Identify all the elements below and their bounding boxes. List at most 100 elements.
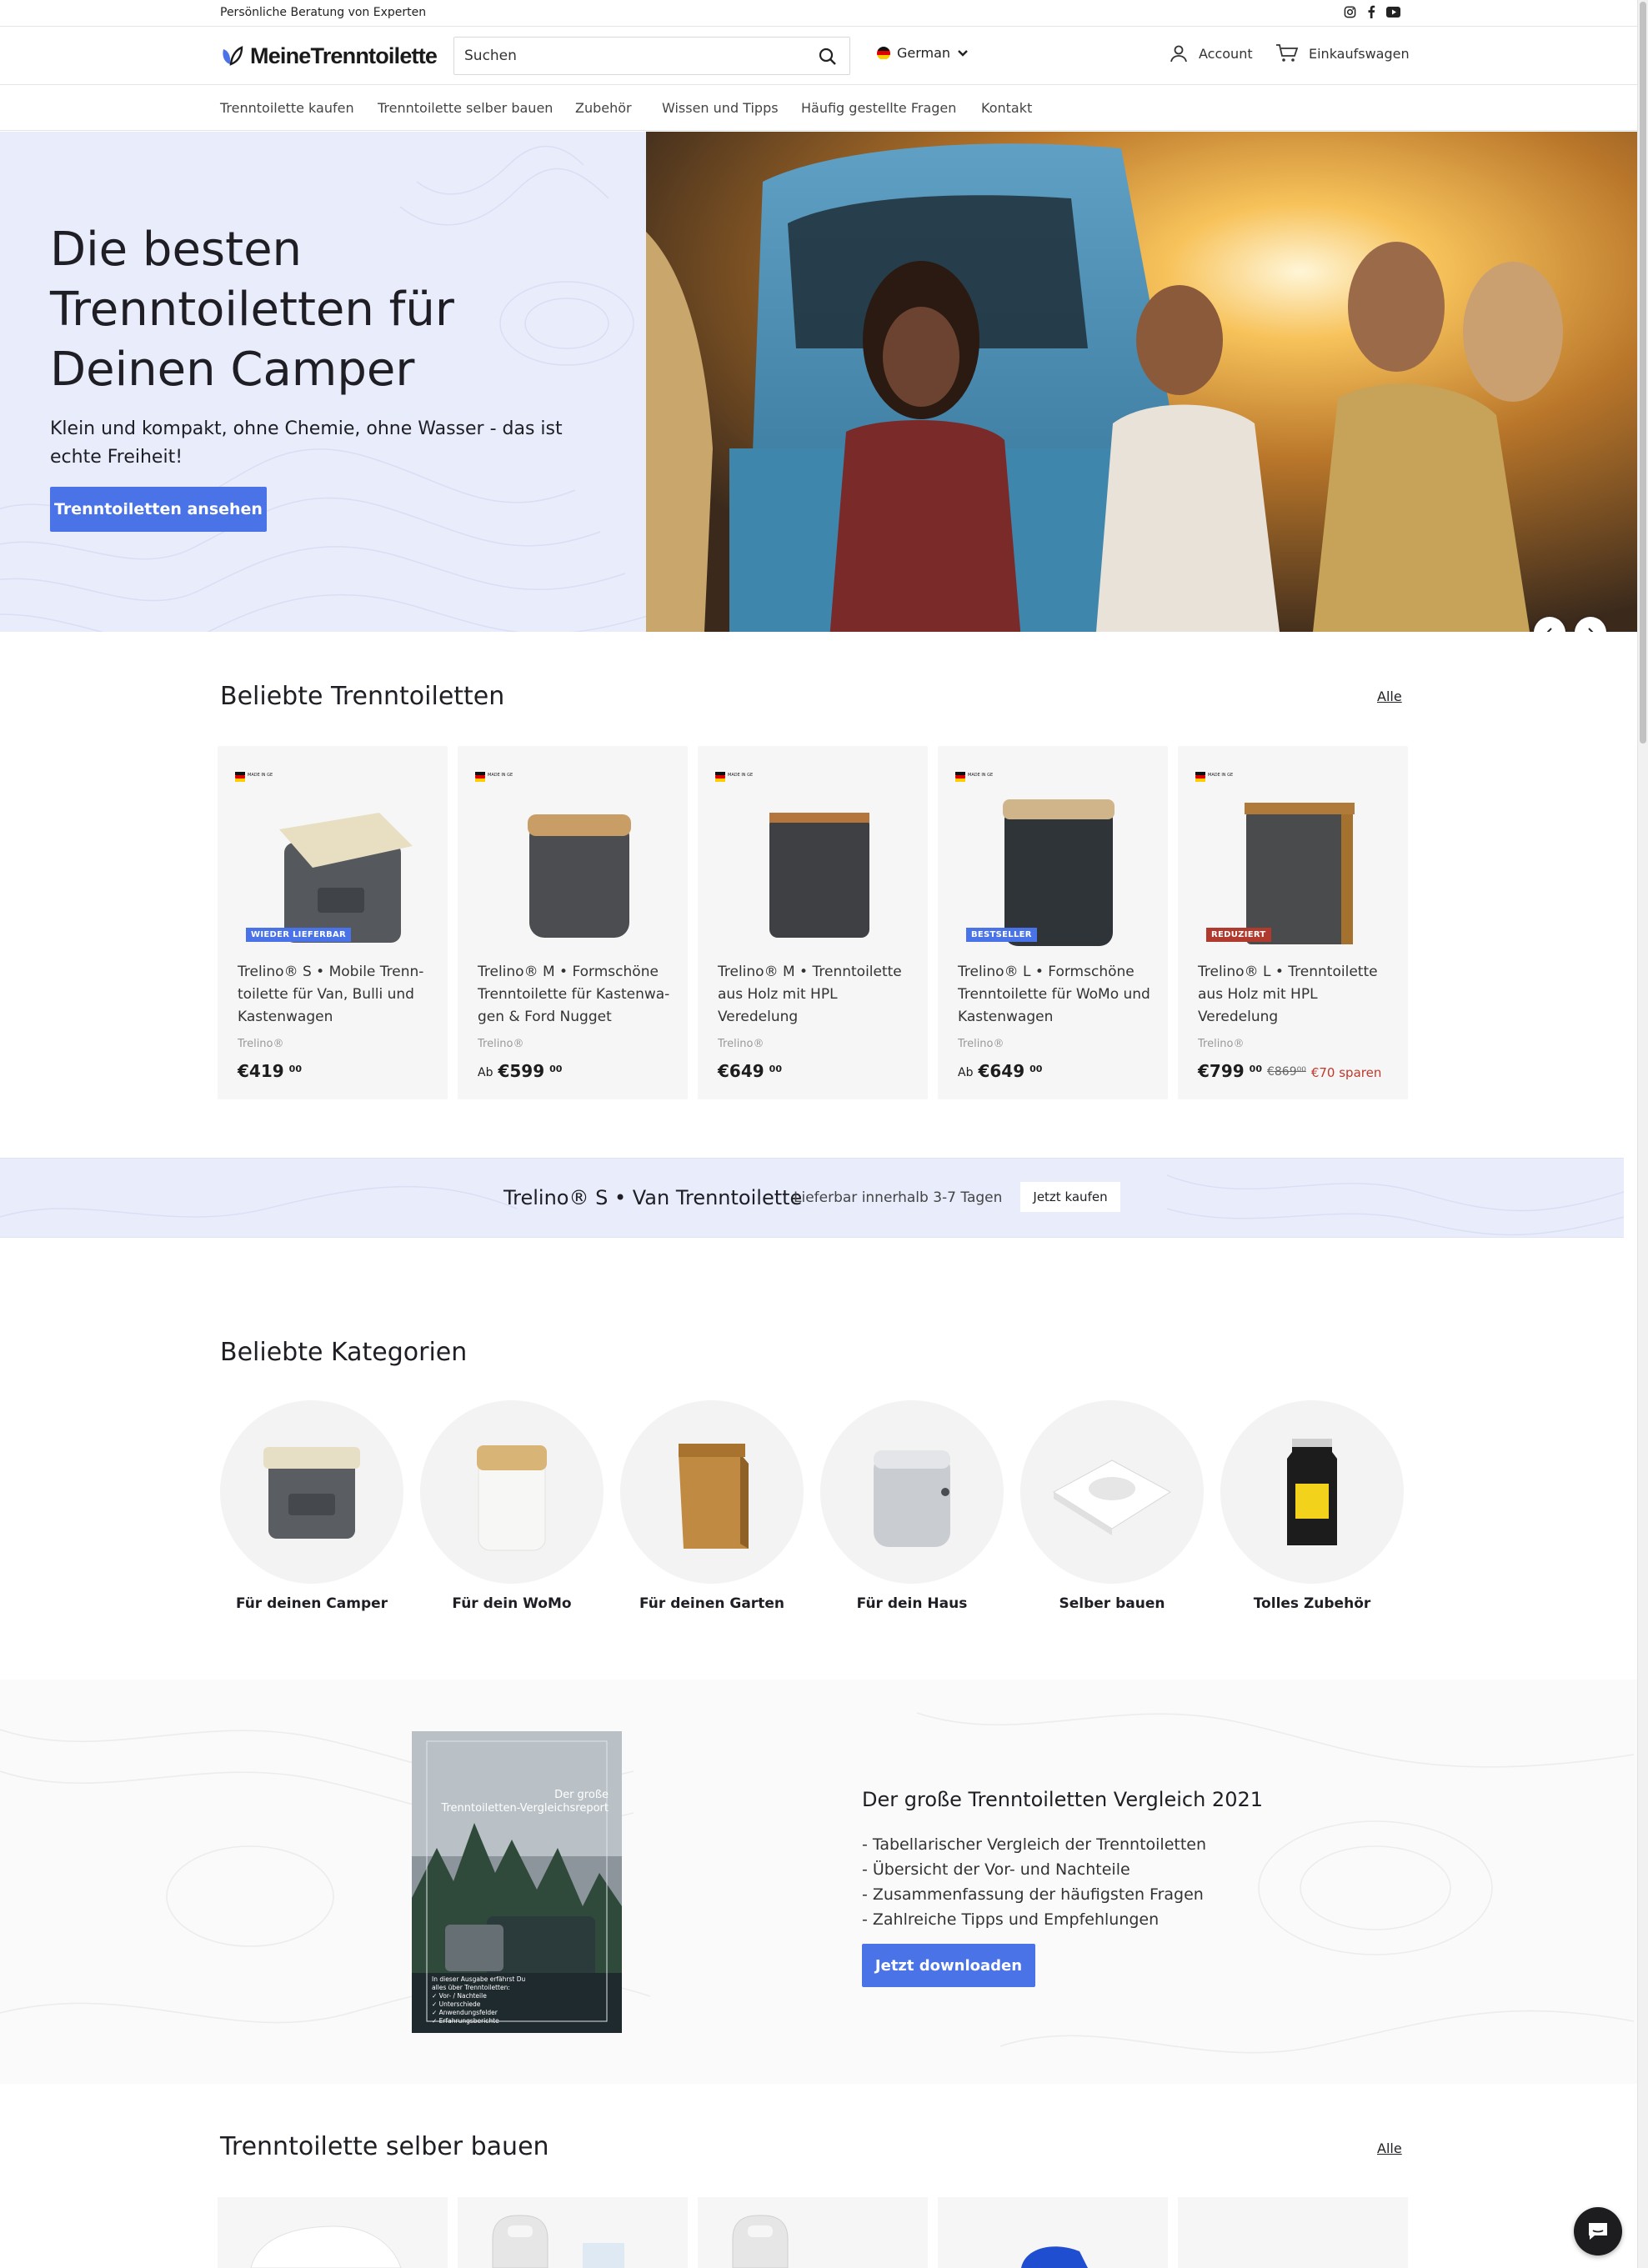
youtube-icon[interactable] [1385, 4, 1400, 19]
product-card[interactable]: MADE IN GERMANY Trelino® M • Formschöne T… [458, 746, 688, 1099]
diy-all-link[interactable]: Alle [1377, 2140, 1402, 2156]
hero-slider: Die besten Trenntoiletten für Deinen Cam… [0, 132, 1637, 632]
category-camper-image [220, 1400, 403, 1584]
category-zubehoer[interactable]: Tolles Zubehör [1220, 1400, 1404, 1612]
language-label: German [897, 45, 951, 61]
report-bullet: - Übersicht der Vor- und Nachteile [862, 1860, 1130, 1879]
product-title[interactable]: Trelino® M • Formschöne Trenntoilette fü… [478, 961, 674, 1029]
product-card[interactable]: MADE IN GERMANY WIEDER LIEFERBAR Trelino® … [218, 746, 448, 1099]
nav-kontakt[interactable]: Kontakt [981, 100, 1032, 116]
price-cents: 00 [769, 1064, 782, 1074]
product-brand: Trelino® [238, 1038, 284, 1050]
promo-banner: Trelino® S • Van Trenntoilette Lieferbar… [0, 1158, 1624, 1238]
diy-title: Trenntoilette selber bauen [220, 2132, 549, 2161]
category-haus[interactable]: Für dein Haus [820, 1400, 1004, 1612]
product-card[interactable]: MADE IN GERMANY REDUZIERT Trelino® L • Tre… [1178, 746, 1408, 1099]
nav-zubehoer[interactable]: Zubehör [575, 100, 632, 116]
report-title: Der große Trenntoiletten Vergleich 2021 [862, 1788, 1264, 1811]
cart-icon [1276, 44, 1299, 62]
vertical-scrollbar[interactable] [1637, 0, 1648, 2268]
report-download-button[interactable]: Jetzt downloaden [862, 1944, 1035, 1987]
chevron-left-icon [1546, 628, 1552, 632]
made-in-text: MADE IN GERMANY [488, 773, 513, 778]
diy-product-card[interactable] [218, 2197, 448, 2268]
promo-title: Trelino® S • Van Trenntoilette [503, 1186, 803, 1209]
price-cents: 00 [288, 1064, 302, 1074]
cart-link[interactable]: Einkaufswagen [1275, 43, 1410, 63]
german-flag-icon [877, 46, 890, 60]
product-price: €799 00 €869⁰⁰ €70 sparen [1198, 1061, 1381, 1081]
nav-selber-bauen[interactable]: Trenntoilette selber bauen [378, 100, 553, 116]
category-camper[interactable]: Für deinen Camper [220, 1400, 403, 1612]
category-garten[interactable]: Für deinen Garten [620, 1400, 804, 1612]
chevron-right-icon [1588, 628, 1594, 632]
product-image [474, 763, 671, 959]
report-section: Der große Trenntoiletten-Vergleichsreport… [0, 1680, 1637, 2084]
account-label: Account [1199, 45, 1253, 62]
made-in-germany-badge: MADE IN GERMANY [714, 769, 753, 784]
category-selber-bauen[interactable]: Selber bauen [1020, 1400, 1204, 1612]
price-prefix: Ab [478, 1066, 493, 1079]
search-box[interactable] [453, 37, 850, 75]
report-bullet: - Zahlreiche Tipps und Empfehlungen [862, 1910, 1160, 1929]
product-price: Ab €599 00 [478, 1061, 562, 1081]
nav-wissen-tipps[interactable]: Wissen und Tipps [662, 100, 779, 116]
diy-product-image [492, 2215, 624, 2268]
made-in-germany-badge: MADE IN GERMANY [234, 769, 273, 784]
diy-product-card[interactable] [698, 2197, 928, 2268]
product-brand: Trelino® [1198, 1038, 1245, 1050]
price-value: €649 [718, 1061, 764, 1081]
chat-button[interactable] [1574, 2207, 1622, 2255]
product-title[interactable]: Trelino® L • Trenntoilette aus Holz mit … [1198, 961, 1395, 1029]
diy-product-card[interactable] [938, 2197, 1168, 2268]
chevron-down-icon [958, 49, 968, 57]
category-womo-image [420, 1400, 604, 1584]
product-price: €419 00 [238, 1061, 302, 1081]
price-cents: 00 [1029, 1064, 1043, 1074]
report-bullet: - Tabellarischer Vergleich der Trenntoil… [862, 1835, 1207, 1854]
report-topo-pattern [0, 1712, 1635, 2054]
diy-product-card[interactable] [1178, 2197, 1408, 2268]
announcement-text: Persönliche Beratung von Experten [220, 6, 427, 19]
product-title[interactable]: Trelino® L • Formschöne Trenntoilette fü… [958, 961, 1155, 1029]
diy-product-card[interactable] [458, 2197, 688, 2268]
scrollbar-thumb[interactable] [1640, 2, 1646, 743]
product-brand: Trelino® [718, 1038, 764, 1050]
nav-faq[interactable]: Häufig gestellte Fragen [801, 100, 956, 116]
account-link[interactable]: Account [1169, 43, 1253, 63]
report-cover-line: alles über Trenntoiletten: [432, 1984, 510, 1991]
diy-product-image [250, 2225, 402, 2268]
language-selector[interactable]: German [877, 45, 969, 61]
chat-icon [1589, 2223, 1607, 2240]
hero-cta-button[interactable]: Trenntoiletten ansehen [50, 487, 267, 532]
user-icon [1170, 45, 1187, 63]
product-brand: Trelino® [958, 1038, 1004, 1050]
made-in-text: MADE IN GERMANY [248, 773, 273, 778]
product-card[interactable]: MADE IN GERMANY Trelino® M • Trenntoilett… [698, 746, 928, 1099]
instagram-icon[interactable] [1342, 4, 1357, 19]
product-card[interactable]: MADE IN GERMANY BESTSELLER Trelino® L • Fo… [938, 746, 1168, 1099]
search-icon[interactable] [818, 47, 838, 67]
product-title[interactable]: Trelino® S • Mobile Trenn-toilette für V… [238, 961, 434, 1029]
search-input[interactable] [464, 48, 798, 64]
facebook-icon[interactable] [1364, 4, 1379, 19]
announcement-bar: Persönliche Beratung von Experten [0, 0, 1637, 27]
promo-description: Lieferbar innerhalb 3-7 Tagen [794, 1189, 1003, 1206]
product-title[interactable]: Trelino® M • Trenntoilette aus Holz mit … [718, 961, 914, 1029]
site-header: MeineTrenntoilette German Account Einkau… [0, 27, 1637, 85]
made-in-text: MADE IN GERMANY [968, 773, 993, 778]
nav-trenntoilette-kaufen[interactable]: Trenntoilette kaufen [220, 100, 354, 116]
hero-title: Die besten Trenntoiletten für Deinen Cam… [50, 223, 454, 397]
popular-all-link[interactable]: Alle [1377, 688, 1402, 704]
price-cents: 00 [549, 1064, 563, 1074]
report-cover-line: ✓ Erfahrungsberichte [432, 2017, 499, 2025]
report-cover-line: ✓ Vor- / Nachteile [432, 1992, 487, 2000]
hero-text-panel: Die besten Trenntoiletten für Deinen Cam… [0, 132, 646, 632]
report-bullet-list: - Tabellarischer Vergleich der Trenntoil… [862, 1832, 1206, 1932]
category-womo[interactable]: Für dein WoMo [420, 1400, 604, 1612]
promo-buy-button[interactable]: Jetzt kaufen [1020, 1182, 1120, 1212]
product-badge: REDUZIERT [1206, 928, 1271, 942]
report-cover-line: ✓ Anwendungsfelder [432, 2009, 498, 2016]
product-brand: Trelino® [478, 1038, 524, 1050]
logo[interactable]: MeineTrenntoilette [220, 43, 438, 69]
